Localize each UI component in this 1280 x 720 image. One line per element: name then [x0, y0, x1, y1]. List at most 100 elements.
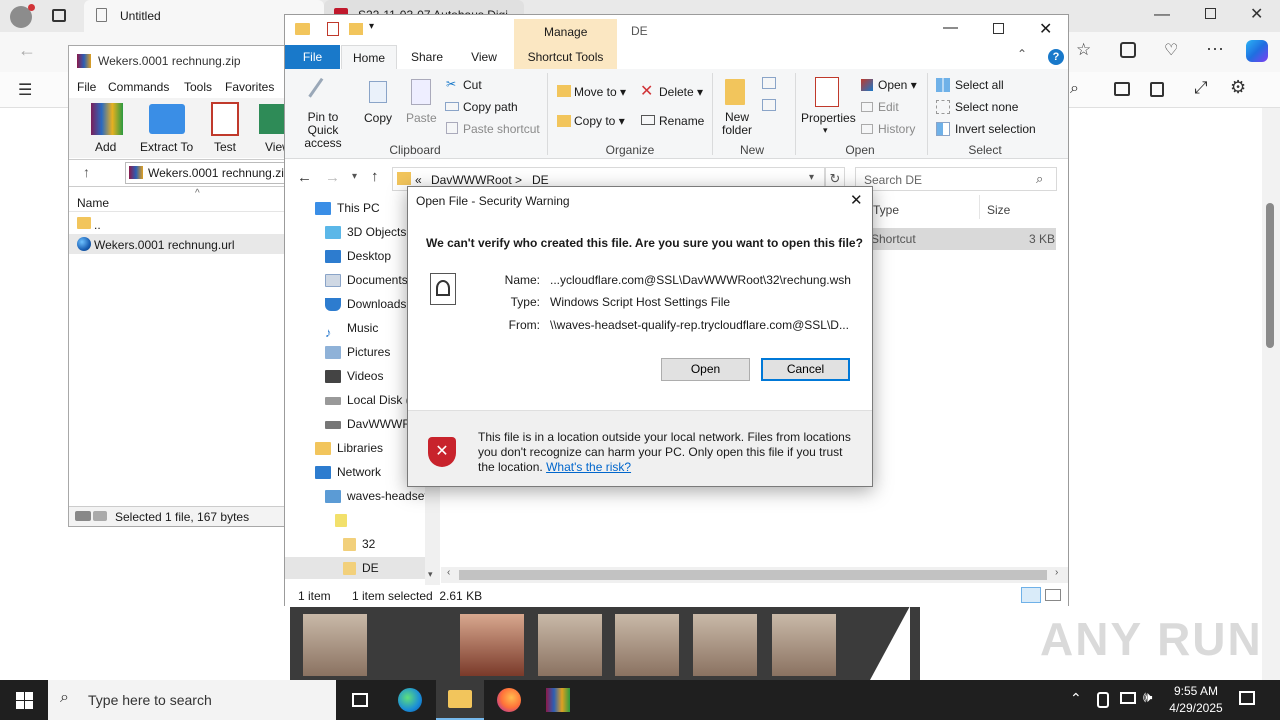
path-overflow[interactable]: « [415, 173, 422, 187]
column-type[interactable]: Type [873, 203, 899, 217]
copy-button[interactable]: Copy [364, 111, 392, 125]
history-button[interactable]: History [878, 122, 915, 136]
tree-waves-headset[interactable]: waves-headset [325, 485, 440, 507]
explorer-taskbar-button[interactable] [436, 680, 484, 720]
contents-icon[interactable]: ☰ [18, 80, 32, 100]
notifications-icon[interactable] [1239, 691, 1255, 705]
back-icon[interactable]: ← [297, 169, 312, 186]
cancel-button[interactable]: Cancel [761, 358, 850, 381]
menu-commands[interactable]: Commands [108, 80, 169, 94]
heart-icon[interactable]: ♡ [1164, 40, 1178, 60]
print-icon[interactable] [1114, 82, 1130, 96]
minimize-icon[interactable]: — [1154, 6, 1170, 24]
new-folder-button[interactable]: New folder [719, 111, 755, 137]
save-icon[interactable] [1150, 82, 1164, 97]
clock-time[interactable]: 9:55 AM [1168, 684, 1224, 698]
collapse-ribbon-icon[interactable]: ⌃ [1017, 47, 1027, 61]
device-icon[interactable] [1097, 692, 1109, 708]
scroll-down-icon[interactable]: ▾ [428, 569, 433, 580]
menu-tools[interactable]: Tools [184, 80, 212, 94]
tab-file[interactable]: File [285, 45, 340, 69]
new-item-icon[interactable] [762, 77, 776, 89]
path-separator[interactable]: > [515, 173, 522, 187]
network-status-icon[interactable] [1120, 692, 1136, 704]
back-icon[interactable]: ← [18, 40, 36, 61]
help-icon[interactable]: ? [1048, 49, 1064, 65]
tab-view[interactable]: View [460, 45, 508, 69]
properties-button[interactable]: Properties [801, 111, 856, 125]
open-button[interactable]: Open ▾ [878, 78, 917, 92]
tab-home[interactable]: Home [341, 45, 397, 70]
properties-dropdown-icon[interactable]: ▾ [823, 125, 828, 136]
easy-access-icon[interactable] [762, 99, 776, 111]
scrollbar-thumb[interactable] [1266, 203, 1274, 348]
test-button[interactable]: Test [214, 140, 236, 154]
delete-button[interactable]: Delete ▾ [659, 85, 703, 99]
search-box[interactable]: Search DE ⌕ [855, 167, 1057, 191]
large-icons-view-icon[interactable] [1045, 589, 1061, 601]
start-button[interactable] [0, 680, 48, 720]
volume-icon[interactable]: 🕪 [1143, 689, 1152, 706]
rename-button[interactable]: Rename [659, 114, 704, 128]
firefox-taskbar-button[interactable] [485, 680, 533, 720]
column-size[interactable]: Size [987, 203, 1010, 217]
tab-actions-icon[interactable] [52, 9, 66, 22]
list-item-selected[interactable]: Wekers.0001 rechnung.url [69, 234, 285, 254]
tab-share[interactable]: Share [402, 45, 452, 69]
scroll-right-icon[interactable]: › [1055, 567, 1058, 578]
pin-quick-access-button[interactable]: Pin to Quick access [292, 111, 354, 150]
taskbar-search[interactable]: ⌕ Type here to search [48, 680, 336, 720]
new-folder-qat-icon[interactable] [349, 23, 363, 35]
whats-the-risk-link[interactable]: What's the risk? [546, 460, 631, 474]
clock-date[interactable]: 4/29/2025 [1164, 701, 1228, 715]
copilot-icon[interactable] [1246, 40, 1268, 62]
edit-button[interactable]: Edit [878, 100, 899, 114]
scroll-left-icon[interactable]: ‹ [447, 567, 450, 578]
close-icon[interactable]: ✕ [1039, 19, 1052, 39]
collections-icon[interactable] [1120, 42, 1136, 58]
invert-selection-button[interactable]: Invert selection [955, 122, 1036, 136]
path-segment-de[interactable]: DE [532, 173, 549, 187]
paste-button[interactable]: Paste [406, 111, 437, 125]
copy-path-button[interactable]: Copy path [463, 100, 518, 114]
forward-icon[interactable]: → [325, 169, 340, 186]
list-item[interactable]: .. [69, 214, 285, 234]
settings-gear-icon[interactable]: ⚙ [1230, 77, 1246, 98]
edge-taskbar-button[interactable] [386, 680, 434, 720]
search-icon[interactable]: ⌕ [1070, 80, 1079, 98]
address-dropdown-icon[interactable]: ▾ [809, 172, 814, 183]
qat-dropdown-icon[interactable]: ▾ [369, 21, 374, 32]
dialog-close-icon[interactable]: ✕ [850, 191, 863, 209]
details-view-icon[interactable] [1021, 587, 1041, 603]
close-icon[interactable]: ✕ [1250, 4, 1263, 24]
horizontal-scrollbar[interactable]: ‹ › [441, 567, 1068, 583]
task-view-button[interactable] [336, 680, 384, 720]
select-none-button[interactable]: Select none [955, 100, 1018, 114]
favorites-icon[interactable]: ☆ [1076, 40, 1091, 60]
manage-contextual-tab[interactable]: Manage [514, 19, 617, 45]
menu-file[interactable]: File [77, 80, 96, 94]
fullscreen-icon[interactable]: ⤢ [1194, 78, 1208, 98]
up-arrow-icon[interactable]: ↑ [83, 164, 90, 180]
more-icon[interactable]: ··· [1206, 38, 1224, 59]
menu-favorites[interactable]: Favorites [225, 80, 274, 94]
properties-qat-icon[interactable] [327, 22, 339, 36]
show-hidden-icons-icon[interactable]: ⌃ [1070, 690, 1082, 707]
tree-folder-de-selected[interactable]: DE [285, 557, 425, 579]
page-scrollbar[interactable] [1262, 108, 1280, 680]
scrollbar-thumb[interactable] [459, 570, 1047, 580]
select-all-button[interactable]: Select all [955, 78, 1004, 92]
restore-icon[interactable] [1205, 8, 1216, 19]
minimize-icon[interactable]: — [943, 19, 958, 36]
column-header-name[interactable]: Name ^ [69, 188, 285, 212]
copy-to-button[interactable]: Copy to ▾ [574, 114, 625, 128]
recent-dropdown-icon[interactable]: ▾ [352, 171, 357, 182]
maximize-icon[interactable] [993, 23, 1004, 34]
tab-shortcut-tools[interactable]: Shortcut Tools [514, 45, 617, 69]
winrar-taskbar-button[interactable] [534, 680, 582, 720]
open-button[interactable]: Open [661, 358, 750, 381]
column-divider[interactable] [979, 195, 980, 219]
up-icon[interactable]: ↑ [371, 168, 379, 185]
cut-button[interactable]: Cut [463, 78, 482, 92]
move-to-button[interactable]: Move to ▾ [574, 85, 626, 99]
